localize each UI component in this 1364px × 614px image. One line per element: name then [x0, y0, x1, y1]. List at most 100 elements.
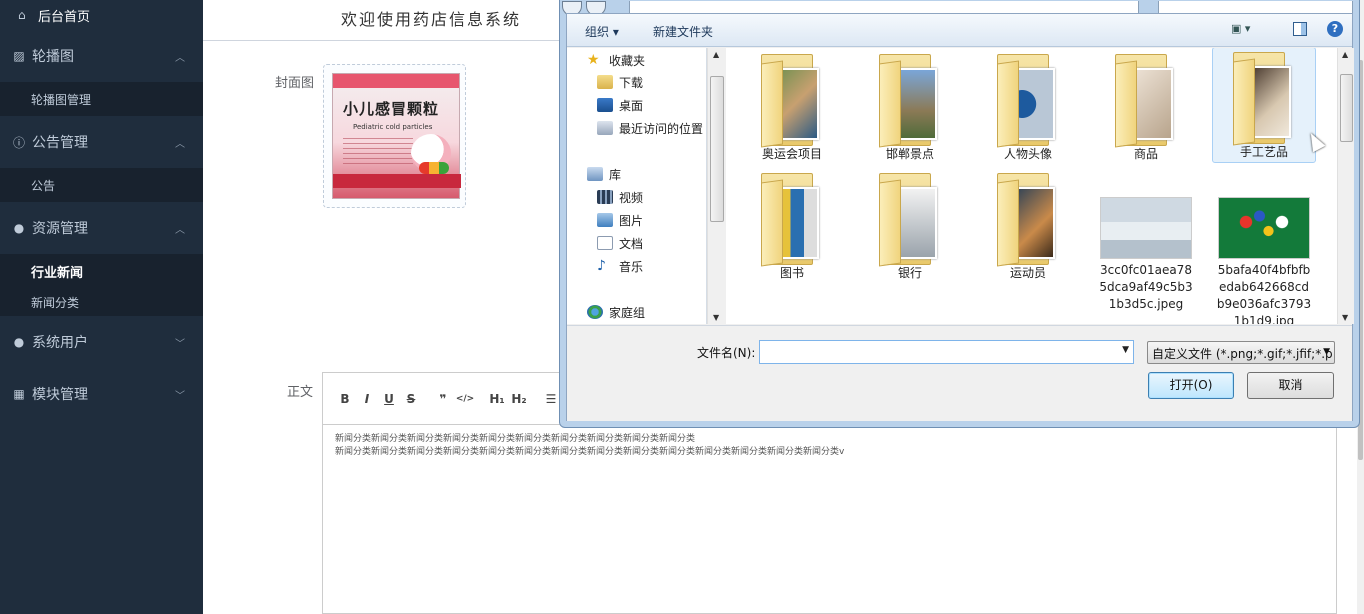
folder-item[interactable]: 奥运会项目: [740, 50, 844, 166]
pictures-icon: [597, 213, 613, 227]
recent-places-icon: [597, 121, 613, 135]
dropdown-arrow-icon[interactable]: ▼: [1122, 345, 1129, 355]
nav-scrollbar-thumb[interactable]: [710, 76, 724, 222]
sidebar-group-label: 资源管理: [32, 221, 88, 237]
folder-item[interactable]: 运动员: [976, 169, 1080, 285]
nav-desktop[interactable]: 桌面: [597, 95, 643, 115]
folder-item[interactable]: 图书: [740, 169, 844, 285]
organize-button[interactable]: 组织 ▾: [585, 23, 619, 40]
medicine-box-image: 小儿感冒颗粒 Pediatric cold particles: [332, 73, 461, 199]
sidebar-item-news-category[interactable]: 新闻分类: [0, 288, 203, 316]
folder-icon: [757, 173, 827, 267]
nav-videos[interactable]: 视频: [597, 187, 643, 207]
cover-image-upload[interactable]: 小儿感冒颗粒 Pediatric cold particles: [323, 64, 466, 208]
nav-favorites[interactable]: ★ 收藏夹: [587, 50, 645, 70]
nav-homegroup[interactable]: 家庭组: [587, 302, 645, 322]
list-button[interactable]: ☰: [541, 392, 561, 406]
chevron-up-icon: ︿: [175, 138, 185, 150]
sidebar-item-label: 公告: [31, 178, 56, 193]
nav-downloads[interactable]: 下载: [597, 72, 643, 92]
folder-item[interactable]: 银行: [858, 169, 962, 285]
open-button[interactable]: 打开(O): [1148, 372, 1234, 399]
file-type-filter-value: 自定义文件 (*.png;*.gif;*.jfif;*.p: [1152, 347, 1333, 361]
sidebar-item-announcement[interactable]: 公告: [0, 168, 203, 202]
sidebar-group-carousel[interactable]: ▨ 轮播图 ︿: [0, 30, 203, 82]
sidebar-item-industry-news[interactable]: 行业新闻: [0, 254, 203, 288]
underline-button[interactable]: U: [379, 392, 399, 406]
download-folder-icon: [597, 75, 613, 89]
chevron-up-icon: ︿: [175, 52, 185, 64]
bold-button[interactable]: B: [335, 392, 355, 406]
image-file-item[interactable]: 3cc0fc01aea785dca9af49c5b31b3d5c.jpeg: [1094, 169, 1198, 311]
chevron-down-icon: ﹀: [175, 390, 185, 402]
scroll-up-arrow-icon[interactable]: ▲: [713, 50, 719, 59]
editor-content[interactable]: 新闻分类新闻分类新闻分类新闻分类新闻分类新闻分类新闻分类新闻分类新闻分类新闻分类…: [323, 425, 1336, 467]
nav-music[interactable]: ♪ 音乐: [597, 256, 643, 276]
file-list-scrollbar-thumb[interactable]: [1340, 74, 1353, 142]
heading2-button[interactable]: H₂: [509, 392, 529, 406]
file-list-scrollbar[interactable]: ▲ ▼: [1337, 48, 1354, 324]
home-icon: ⌂: [18, 8, 26, 22]
scroll-down-arrow-icon[interactable]: ▼: [1342, 313, 1348, 322]
nav-libraries[interactable]: 库: [587, 164, 621, 184]
folder-icon: [993, 173, 1063, 267]
folder-icon: [875, 54, 945, 148]
view-options-button[interactable]: ▣ ▾: [1231, 22, 1263, 38]
folder-icon: [1111, 54, 1181, 148]
music-icon: ♪: [597, 258, 606, 274]
nav-documents[interactable]: 文档: [597, 233, 643, 253]
desktop-icon: [597, 98, 613, 112]
nav-recent[interactable]: 最近访问的位置: [597, 118, 703, 138]
sidebar-item-home[interactable]: ⌂ 后台首页: [0, 0, 203, 30]
image-file-item[interactable]: 5bafa40f4bfbfbedab642668cdb9e036afc37931…: [1212, 169, 1316, 324]
star-icon: ★: [587, 52, 600, 68]
cancel-button[interactable]: 取消: [1247, 372, 1334, 399]
folder-icon: [993, 54, 1063, 148]
sidebar-group-announcements[interactable]: ⓘ 公告管理 ︿: [0, 116, 203, 168]
strikethrough-button[interactable]: S: [401, 392, 421, 406]
body-label: 正文: [287, 385, 314, 400]
sidebar-group-label: 系统用户: [32, 335, 88, 351]
nav-pictures[interactable]: 图片: [597, 210, 643, 230]
sidebar-group-label: 模块管理: [32, 387, 88, 403]
navigation-pane: ★ 收藏夹 下载 桌面 最近访问的位置 库 视频 图片 文档 ♪ 音乐 家庭组: [567, 48, 707, 324]
scroll-up-arrow-icon[interactable]: ▲: [1342, 50, 1348, 59]
dialog-body: 组织 ▾ 新建文件夹 ▣ ▾ ? ★ 收藏夹 下载 桌面 最近访问的位置 库 视…: [566, 13, 1354, 421]
sidebar-item-carousel-manage[interactable]: 轮播图管理: [0, 82, 203, 116]
library-icon: [587, 167, 603, 181]
sidebar-group-system-users[interactable]: ● 系统用户 ﹀: [0, 316, 203, 368]
cover-image-title: 小儿感冒颗粒: [343, 100, 440, 118]
sidebar-home-label: 后台首页: [38, 9, 91, 25]
dialog-footer: 文件名(N): ▼ 自定义文件 (*.png;*.gif;*.jfif;*.p …: [567, 325, 1352, 421]
documents-icon: [597, 236, 613, 250]
help-button[interactable]: ?: [1327, 21, 1343, 37]
file-open-dialog: 组织 ▾ 新建文件夹 ▣ ▾ ? ★ 收藏夹 下载 桌面 最近访问的位置 库 视…: [559, 0, 1360, 428]
filename-label: 文件名(N):: [697, 346, 756, 360]
file-list-pane: 奥运会项目 邯郸景点 人物头像 商品 手工艺品 图书 银行 运动员 3cc0fc…: [726, 48, 1337, 324]
sidebar-item-label: 新闻分类: [31, 295, 80, 310]
code-button[interactable]: </>: [455, 394, 475, 404]
folder-item-selected[interactable]: 手工艺品: [1212, 48, 1316, 163]
sidebar-group-label: 公告管理: [32, 135, 88, 151]
folder-icon: [1229, 52, 1299, 146]
folder-item[interactable]: 邯郸景点: [858, 50, 962, 166]
cover-label: 封面图: [275, 76, 315, 91]
folder-item[interactable]: 商品: [1094, 50, 1198, 166]
location-pin-icon: ●: [13, 221, 25, 235]
sidebar-item-label: 轮播图管理: [31, 92, 92, 107]
nav-pane-scrollbar[interactable]: ▲ ▼: [707, 48, 725, 324]
cover-image-subtitle: Pediatric cold particles: [353, 123, 433, 131]
folder-item[interactable]: 人物头像: [976, 50, 1080, 166]
file-type-filter[interactable]: 自定义文件 (*.png;*.gif;*.jfif;*.p ▼: [1147, 341, 1335, 364]
preview-pane-button[interactable]: [1293, 22, 1307, 36]
new-folder-button[interactable]: 新建文件夹: [653, 23, 713, 40]
info-circle-icon: ⓘ: [12, 135, 25, 150]
scroll-down-arrow-icon[interactable]: ▼: [713, 313, 719, 322]
sidebar-group-modules[interactable]: ▦ 模块管理 ﹀: [0, 368, 203, 420]
heading1-button[interactable]: H₁: [487, 392, 507, 406]
quote-button[interactable]: ❞: [433, 392, 453, 406]
italic-button[interactable]: I: [357, 392, 377, 406]
sidebar: ⌂ 后台首页 ▨ 轮播图 ︿ 轮播图管理 ⓘ 公告管理 ︿ 公告 ● 资源管理 …: [0, 0, 203, 614]
filename-input[interactable]: ▼: [759, 340, 1134, 364]
sidebar-group-resources[interactable]: ● 资源管理 ︿: [0, 202, 203, 254]
